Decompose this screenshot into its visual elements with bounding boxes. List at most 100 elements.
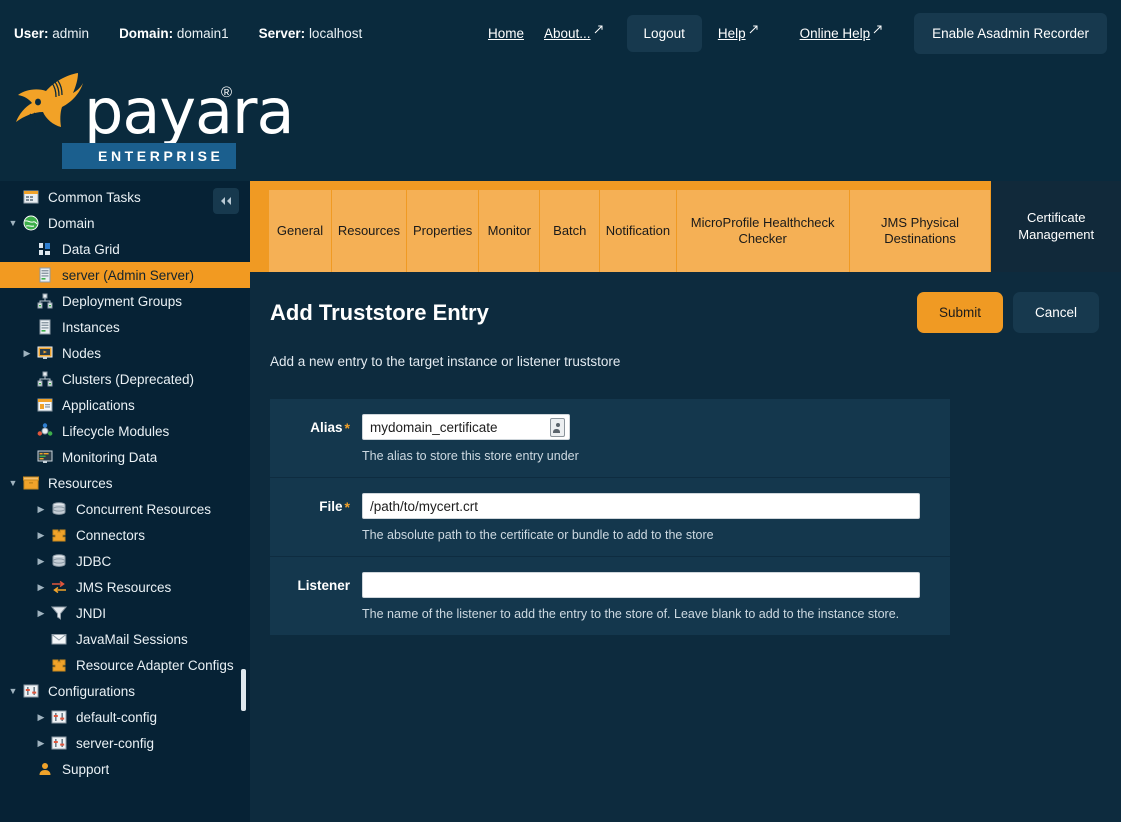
sidebar-item-monitoring-data[interactable]: Monitoring Data — [0, 444, 250, 470]
tab-notification[interactable]: Notification — [600, 190, 676, 272]
logout-button[interactable]: Logout — [627, 15, 702, 52]
field-label-text: Alias — [310, 420, 342, 435]
tab-microprofile-healthcheck-checker[interactable]: MicroProfile Healthcheck Checker — [677, 190, 850, 272]
sidebar-item-data-grid[interactable]: Data Grid — [0, 236, 250, 262]
sidebar-item-label: JavaMail Sessions — [76, 632, 188, 647]
sidebar-item-jdbc[interactable]: ▶JDBC — [0, 548, 250, 574]
tab-label: General — [277, 223, 323, 239]
page-header: Add Truststore Entry Submit Cancel — [270, 292, 1099, 333]
sidebar-item-jms-resources[interactable]: ▶JMS Resources — [0, 574, 250, 600]
tab-batch[interactable]: Batch — [540, 190, 600, 272]
field-hint-listener: The name of the listener to add the entr… — [362, 607, 936, 621]
tree-container: Common Tasks▼DomainData Gridserver (Admi… — [0, 181, 250, 782]
sidebar-item-server-config[interactable]: ▶server-config — [0, 730, 250, 756]
sidebar-item-label: Concurrent Resources — [76, 502, 211, 517]
exchange-icon — [48, 579, 70, 595]
expand-twisty-closed-icon[interactable]: ▶ — [34, 530, 48, 541]
about-link[interactable]: About... — [534, 20, 613, 47]
sidebar-item-instances[interactable]: Instances — [0, 314, 250, 340]
user-label: User: — [14, 26, 49, 41]
sidebar-scrollbar-thumb[interactable] — [241, 669, 246, 711]
sidebar-item-resources[interactable]: ▼Resources — [0, 470, 250, 496]
puzzle-icon — [48, 657, 70, 673]
user-info: User: admin — [14, 26, 89, 41]
sidebar-item-label: Lifecycle Modules — [62, 424, 169, 439]
tab-label: Resources — [338, 223, 400, 239]
tab-resources[interactable]: Resources — [332, 190, 407, 272]
expand-twisty-closed-icon[interactable]: ▶ — [34, 712, 48, 723]
funnel-icon — [48, 605, 70, 621]
listener-input[interactable] — [362, 572, 920, 598]
home-link-label: Home — [488, 26, 524, 41]
sidebar-navigation-tree: Common Tasks▼DomainData Gridserver (Admi… — [0, 181, 250, 822]
alias-input[interactable] — [362, 414, 570, 440]
file-input[interactable] — [362, 493, 920, 519]
field-hint-file: The absolute path to the certificate or … — [362, 528, 936, 542]
server-icon — [34, 267, 56, 283]
required-asterisk-icon: * — [345, 420, 350, 436]
form-row-alias: Alias*The alias to store this store entr… — [270, 399, 950, 478]
sidebar-item-resource-adapter-configs[interactable]: Resource Adapter Configs — [0, 652, 250, 678]
tab-jms-physical-destinations[interactable]: JMS Physical Destinations — [850, 190, 992, 272]
enable-asadmin-recorder-button[interactable]: Enable Asadmin Recorder — [914, 13, 1107, 54]
tab-label: JMS Physical Destinations — [864, 215, 977, 248]
sidebar-item-label: server (Admin Server) — [62, 268, 194, 283]
sidebar-item-label: Resource Adapter Configs — [76, 658, 234, 673]
expand-twisty-open-icon[interactable]: ▼ — [6, 686, 20, 696]
tab-general[interactable]: General — [268, 190, 332, 272]
sidebar-item-connectors[interactable]: ▶ Connectors — [0, 522, 250, 548]
sidebar-item-configurations[interactable]: ▼ Configurations — [0, 678, 250, 704]
sidebar-item-lifecycle-modules[interactable]: Lifecycle Modules — [0, 418, 250, 444]
field-label-alias: Alias* — [270, 414, 362, 463]
sidebar-item-nodes[interactable]: ▶ Nodes — [0, 340, 250, 366]
top-header-bar: User: admin Domain: domain1 Server: loca… — [0, 0, 1121, 67]
sidebar-item-label: Connectors — [76, 528, 145, 543]
sidebar-item-support[interactable]: Support — [0, 756, 250, 782]
sidebar-item-concurrent-resources[interactable]: ▶ Concurrent Resources — [0, 496, 250, 522]
sidebar-item-applications[interactable]: Applications — [0, 392, 250, 418]
field-control-file: The absolute path to the certificate or … — [362, 493, 950, 542]
expand-twisty-closed-icon[interactable]: ▶ — [34, 556, 48, 567]
expand-twisty-closed-icon[interactable]: ▶ — [34, 608, 48, 619]
globe-icon — [20, 215, 42, 231]
server-label: Server: — [259, 26, 306, 41]
cancel-button[interactable]: Cancel — [1013, 292, 1099, 333]
sidebar-item-label: Data Grid — [62, 242, 120, 257]
expand-twisty-open-icon[interactable]: ▼ — [6, 478, 20, 488]
home-link[interactable]: Home — [478, 20, 534, 47]
sidebar-item-clusters-deprecated[interactable]: Clusters (Deprecated) — [0, 366, 250, 392]
page-subtitle: Add a new entry to the target instance o… — [270, 354, 1099, 369]
envelope-icon — [48, 631, 70, 647]
monitoring-icon — [34, 449, 56, 465]
help-link[interactable]: Help — [708, 20, 768, 47]
sidebar-item-label: Instances — [62, 320, 120, 335]
tab-monitor[interactable]: Monitor — [479, 190, 540, 272]
expand-twisty-closed-icon[interactable]: ▶ — [34, 582, 48, 593]
collapse-sidebar-button[interactable] — [213, 188, 239, 214]
sidebar-item-label: Nodes — [62, 346, 101, 361]
sidebar-item-domain[interactable]: ▼Domain — [0, 210, 250, 236]
page-content: Add Truststore Entry Submit Cancel Add a… — [250, 272, 1121, 635]
submit-button[interactable]: Submit — [917, 292, 1003, 333]
tab-label: Properties — [413, 223, 472, 239]
sidebar-item-default-config[interactable]: ▶default-config — [0, 704, 250, 730]
server-value: localhost — [309, 26, 362, 41]
tab-properties[interactable]: Properties — [407, 190, 480, 272]
field-label-listener: Listener — [270, 572, 362, 621]
sidebar-item-label: Configurations — [48, 684, 135, 699]
expand-twisty-closed-icon[interactable]: ▶ — [34, 504, 48, 515]
sidebar-item-jndi[interactable]: ▶JNDI — [0, 600, 250, 626]
online-help-link[interactable]: Online Help — [790, 20, 893, 47]
sidebar-item-javamail-sessions[interactable]: JavaMail Sessions — [0, 626, 250, 652]
tab-certificate-management[interactable]: Certificate Management — [991, 181, 1121, 272]
monitor-icon — [34, 345, 56, 361]
sidebar-item-deployment-groups[interactable]: Deployment Groups — [0, 288, 250, 314]
domain-value: domain1 — [177, 26, 229, 41]
expand-twisty-closed-icon[interactable]: ▶ — [34, 738, 48, 749]
autofill-contact-icon[interactable] — [550, 418, 565, 437]
expand-twisty-open-icon[interactable]: ▼ — [6, 218, 20, 228]
sidebar-item-server-admin-server[interactable]: server (Admin Server) — [0, 262, 250, 288]
expand-twisty-closed-icon[interactable]: ▶ — [20, 348, 34, 359]
form-row-listener: ListenerThe name of the listener to add … — [270, 557, 950, 635]
applications-icon — [34, 397, 56, 413]
